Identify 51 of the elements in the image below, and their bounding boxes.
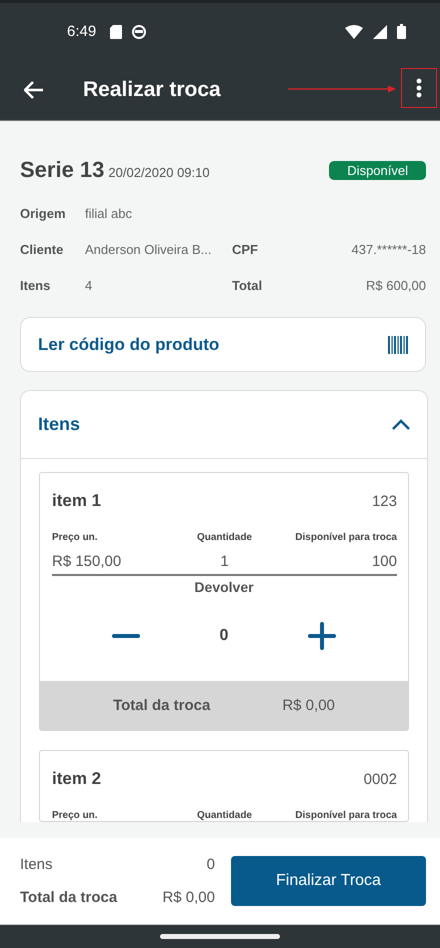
more-options-button[interactable] [401,68,437,108]
item-total-label: Total da troca [113,697,210,714]
sd-card-icon [110,24,122,38]
info-label: Cliente [20,242,64,257]
return-quantity: 0 [220,627,228,645]
column-label: Quantidade [196,532,253,543]
more-vertical-icon [416,78,422,98]
screen-title: Realizar troca [83,78,221,102]
info-value: R$ 600,00 [365,278,426,293]
info-label: CPF [232,242,259,257]
info-value: Anderson Oliveira B... [85,242,212,257]
item-name: item 1 [52,491,102,511]
unit-price: R$ 150,00 [52,553,122,570]
status-badge: Disponível [329,160,426,180]
item-code: 123 [372,492,397,510]
items-section-header[interactable]: Itens [21,391,427,459]
barcode-icon [388,336,408,354]
column-label: Preço un. [52,532,99,543]
info-value: 4 [85,278,94,293]
item-code: 0002 [364,770,397,788]
item-total-value: R$ 0,00 [282,697,335,714]
signal-icon [373,24,387,38]
item-name: item 2 [52,769,102,789]
scan-product-button[interactable]: Ler código do produto [20,317,426,372]
home-handle[interactable] [160,934,280,939]
battery-icon [397,24,406,39]
status-time: 6:49 [67,23,96,40]
footer-value: R$ 0,00 [162,889,215,906]
footer-label: Itens [20,856,53,873]
back-arrow-icon [24,81,44,99]
footer-value: 0 [206,856,215,873]
column-label: Disponível para troca [294,810,397,821]
column-label: Preço un. [52,810,99,821]
minus-icon [112,634,140,638]
finish-exchange-button[interactable]: Finalizar Troca [231,856,426,906]
serie-date: 20/02/2020 09:10 [108,165,210,180]
column-label: Quantidade [196,810,253,821]
serie-title: Serie 13 [20,157,104,183]
column-label: Disponível para troca [294,532,397,543]
available-value: 100 [370,553,397,570]
chevron-up-icon [392,419,410,430]
info-value: filial abc [85,206,133,221]
return-label: Devolver [193,579,255,595]
plus-icon [308,622,336,650]
info-label: Itens [20,278,52,293]
quantity-value: 1 [219,553,230,570]
wifi-icon [345,24,363,38]
info-label: Origem [20,206,67,221]
footer-label: Total da troca [20,889,118,906]
info-value: 437.******-18 [350,242,426,257]
info-label: Total [232,278,264,293]
